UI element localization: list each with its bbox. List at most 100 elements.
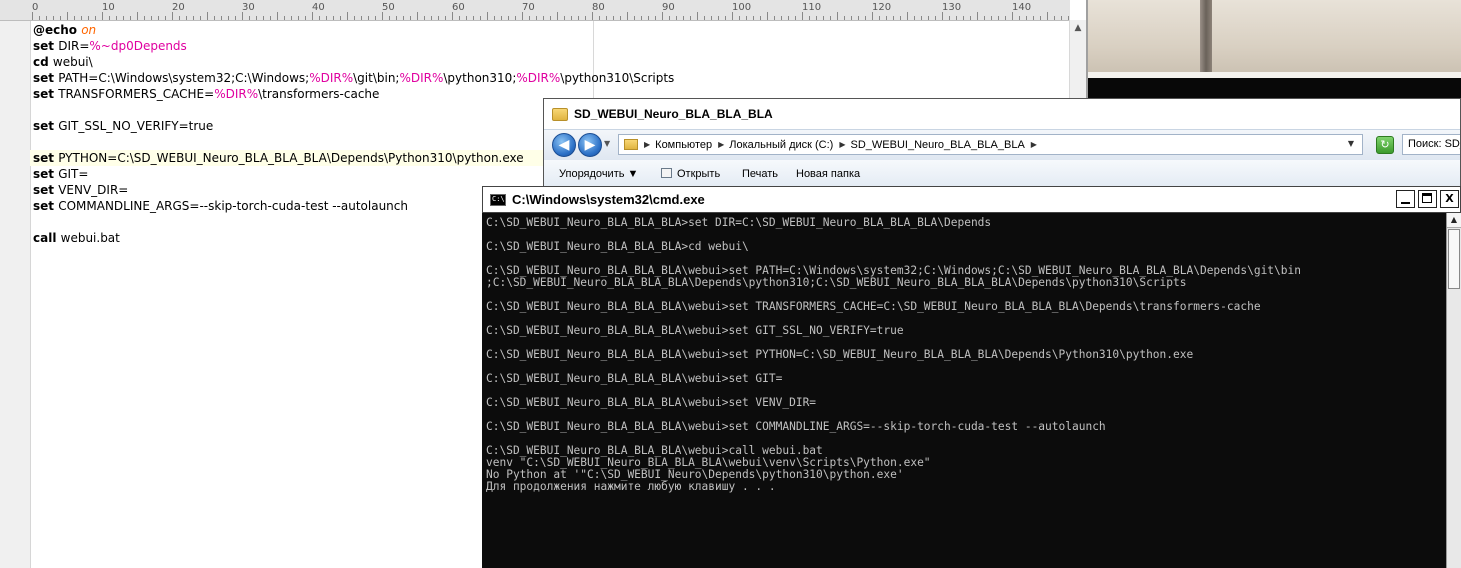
explorer-toolbar: Упорядочить ▼ Открыть Печать Новая папка: [544, 160, 1460, 189]
ruler-tick: [746, 16, 747, 20]
ruler-tick: [858, 16, 859, 20]
ruler-tick: [487, 12, 488, 20]
ruler-tick: [536, 16, 537, 20]
ruler-tick: [53, 16, 54, 20]
breadcrumb-separator-icon[interactable]: ▶: [839, 140, 845, 149]
ruler-tick: [669, 16, 670, 20]
code-line[interactable]: set PYTHON=C:\SD_WEBUI_Neuro_BLA_BLA_BLA…: [30, 150, 543, 166]
ruler-label: 100: [732, 2, 752, 13]
scroll-up-arrow-icon[interactable]: ▲: [1447, 213, 1461, 228]
ruler-tick: [578, 16, 579, 20]
scroll-up-arrow-icon[interactable]: ▲: [1070, 20, 1086, 37]
ruler-tick: [515, 16, 516, 20]
ruler-tick: [116, 16, 117, 20]
breadcrumb-separator-icon[interactable]: ▶: [644, 140, 650, 149]
cmd-scrollbar[interactable]: ▲: [1446, 213, 1461, 568]
maximize-button[interactable]: [1418, 190, 1437, 208]
breadcrumb-folder[interactable]: SD_WEBUI_Neuro_BLA_BLA_BLA: [851, 139, 1025, 151]
close-button[interactable]: X: [1440, 190, 1459, 208]
ruler-tick: [767, 12, 768, 20]
ruler-label: 30: [242, 2, 255, 13]
ruler-tick: [956, 16, 957, 20]
console-line: C:\SD_WEBUI_Neuro_BLA_BLA_BLA\webui>call…: [486, 445, 823, 457]
minimize-button[interactable]: [1396, 190, 1415, 208]
ruler-label: 110: [802, 2, 822, 13]
search-input[interactable]: Поиск: SD_WEBUI_Neuro_BLA_BLA_BLA: [1402, 134, 1460, 155]
editor-gutter: [0, 21, 31, 568]
ruler-tick: [1040, 16, 1041, 20]
ruler-tick: [452, 12, 453, 20]
ruler-label: 20: [172, 2, 185, 13]
code-token: TRANSFORMERS_CACHE=: [58, 87, 215, 101]
ruler-tick: [340, 16, 341, 20]
console-line: C:\SD_WEBUI_Neuro_BLA_BLA_BLA\webui>set …: [486, 373, 783, 385]
console-line: C:\SD_WEBUI_Neuro_BLA_BLA_BLA>cd webui\: [486, 241, 749, 253]
explorer-title: SD_WEBUI_Neuro_BLA_BLA_BLA: [574, 107, 773, 121]
console-line: C:\SD_WEBUI_Neuro_BLA_BLA_BLA>set DIR=C:…: [486, 217, 992, 229]
console-line: Для продолжения нажмите любую клавишу . …: [486, 481, 776, 493]
new-folder-button[interactable]: Новая папка: [796, 168, 860, 180]
explorer-address-bar: ◀ ▶ ▼ ▶ Компьютер ▶ Локальный диск (C:) …: [544, 129, 1460, 161]
recent-pages-dropdown-icon[interactable]: ▼: [604, 139, 610, 148]
ruler-tick: [137, 12, 138, 20]
ruler-tick: [74, 16, 75, 20]
refresh-icon[interactable]: ↻: [1376, 136, 1394, 154]
ruler-tick: [221, 16, 222, 20]
ruler-label: 80: [592, 2, 605, 13]
explorer-titlebar[interactable]: SD_WEBUI_Neuro_BLA_BLA_BLA: [544, 99, 1460, 129]
breadcrumb-separator-icon[interactable]: ▶: [1031, 140, 1037, 149]
code-token: \python310;: [443, 71, 517, 85]
ruler-tick: [872, 12, 873, 20]
code-token: \python310\Scripts: [560, 71, 675, 85]
address-dropdown-icon[interactable]: ▼: [1348, 139, 1354, 148]
ruler-label: 140: [1012, 2, 1032, 13]
ruler-tick: [214, 16, 215, 20]
ruler-tick: [690, 16, 691, 20]
ruler-tick: [676, 16, 677, 20]
print-button[interactable]: Печать: [742, 168, 778, 180]
forward-arrow-icon[interactable]: ▶: [578, 133, 602, 157]
ruler-tick: [501, 16, 502, 20]
ruler-tick: [627, 12, 628, 20]
code-line[interactable]: set PATH=C:\Windows\system32;C:\Windows;…: [33, 70, 1070, 86]
code-token: set: [33, 167, 59, 181]
ruler-tick: [928, 16, 929, 20]
cmd-titlebar[interactable]: C:\ C:\Windows\system32\cmd.exe X: [482, 186, 1461, 213]
ruler-tick: [494, 16, 495, 20]
code-line[interactable]: cd webui\: [33, 54, 1070, 70]
breadcrumb-separator-icon[interactable]: ▶: [718, 140, 724, 149]
background-image-window[interactable]: [1088, 0, 1461, 78]
ruler-tick: [459, 16, 460, 20]
ruler-tick: [648, 16, 649, 20]
breadcrumb-computer[interactable]: Компьютер: [655, 139, 712, 151]
ruler-tick: [347, 12, 348, 20]
cmd-window[interactable]: C:\ C:\Windows\system32\cmd.exe X C:\SD_…: [482, 186, 1461, 568]
ruler-tick: [417, 12, 418, 20]
breadcrumb-local-disk[interactable]: Локальный диск (C:): [729, 139, 833, 151]
code-token: %~dp0Depends: [89, 39, 187, 53]
code-token: PATH=C:\Windows\system32;C:\Windows;: [58, 71, 310, 85]
ruler-tick: [753, 16, 754, 20]
scroll-thumb[interactable]: [1448, 229, 1460, 289]
ruler-tick: [333, 16, 334, 20]
back-arrow-icon[interactable]: ◀: [552, 133, 576, 157]
code-token: %DIR%: [214, 87, 259, 101]
organize-menu-button[interactable]: Упорядочить ▼: [559, 168, 638, 180]
ruler-tick: [256, 16, 257, 20]
console-output[interactable]: C:\SD_WEBUI_Neuro_BLA_BLA_BLA>set DIR=C:…: [486, 217, 1444, 568]
ruler-tick: [291, 16, 292, 20]
ruler-label: 120: [872, 2, 892, 13]
address-box[interactable]: ▶ Компьютер ▶ Локальный диск (C:) ▶ SD_W…: [618, 134, 1363, 155]
code-line[interactable]: set DIR=%~dp0Depends: [33, 38, 1070, 54]
code-line[interactable]: @echo on: [33, 22, 1070, 38]
ruler-tick: [396, 16, 397, 20]
ruler-tick: [326, 16, 327, 20]
code-token: \transformers-cache: [258, 87, 380, 101]
cmd-icon[interactable]: C:\: [490, 194, 506, 206]
open-button[interactable]: Открыть: [661, 168, 720, 180]
ruler-tick: [795, 16, 796, 20]
ruler-tick: [1012, 12, 1013, 20]
